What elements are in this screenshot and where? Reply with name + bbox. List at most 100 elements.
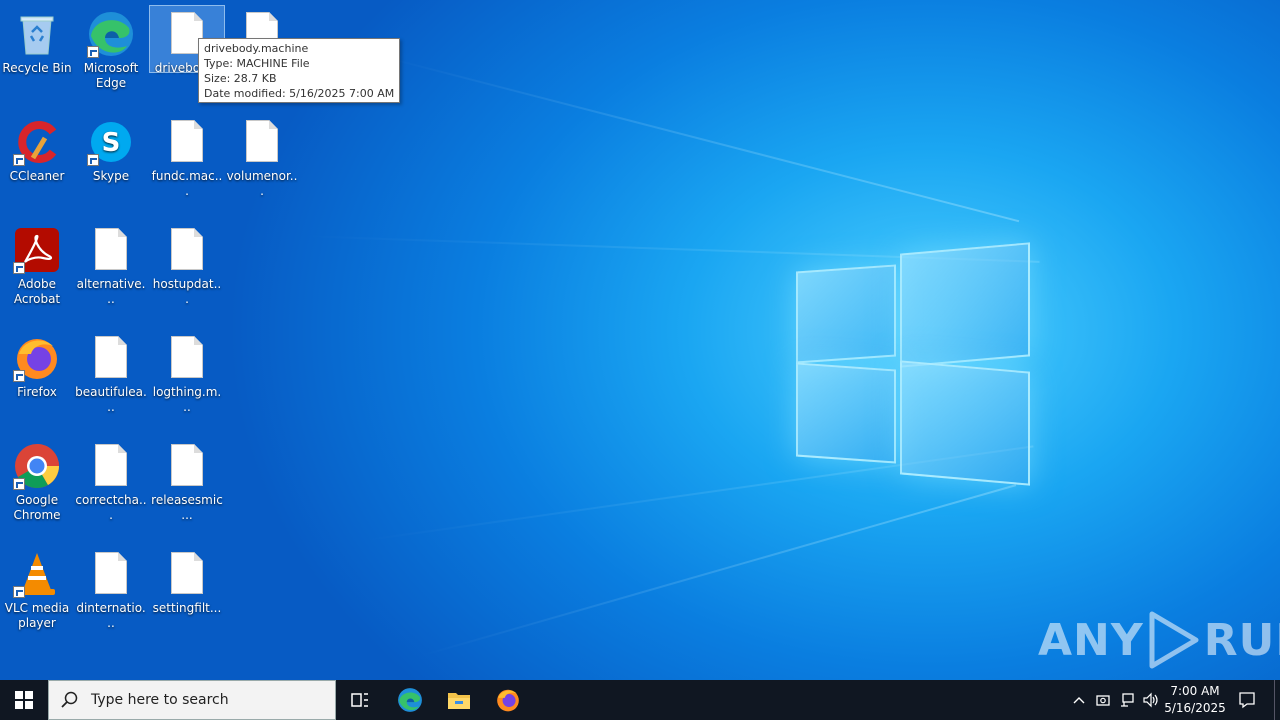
desktop-icon-label: releasesmic... <box>151 493 223 522</box>
file-icon <box>163 442 211 490</box>
edge-icon <box>87 10 135 58</box>
start-button[interactable] <box>0 680 48 720</box>
taskbar-file-explorer-button[interactable] <box>435 680 483 720</box>
search-placeholder: Type here to search <box>91 692 229 708</box>
desktop-icon-label: Skype <box>92 169 130 183</box>
shortcut-arrow-icon <box>13 154 25 166</box>
shortcut-arrow-icon <box>87 154 99 166</box>
desktop-icon-label: beautifulea... <box>75 385 147 414</box>
file-icon <box>87 334 135 382</box>
desktop-icon-label: VLC media player <box>4 601 70 630</box>
firefox-icon <box>497 689 519 712</box>
windows-logo-wallpaper <box>790 238 1040 488</box>
tray-network-button[interactable] <box>1116 680 1138 720</box>
file-icon <box>163 334 211 382</box>
taskbar-firefox-button[interactable] <box>484 680 532 720</box>
desktop-icon-file[interactable]: fundc.mac... <box>150 114 224 199</box>
chrome-icon <box>13 442 61 490</box>
clock-date: 5/16/2025 <box>1164 701 1226 715</box>
firefox-icon <box>13 334 61 382</box>
desktop-icon-file[interactable]: hostupdat... <box>150 222 224 307</box>
desktop-icon-file[interactable]: volumenor... <box>225 114 299 199</box>
notification-icon <box>1239 692 1255 709</box>
desktop-icon-vlc[interactable]: VLC media player <box>0 546 74 631</box>
desktop-icon-firefox[interactable]: Firefox <box>0 330 74 400</box>
taskbar-search-box[interactable]: Type here to search <box>48 680 336 720</box>
action-center-button[interactable] <box>1232 680 1262 720</box>
watermark-right-text: RUN <box>1203 614 1280 666</box>
desktop-icon-file[interactable]: logthing.m... <box>150 330 224 415</box>
file-icon <box>87 226 135 274</box>
file-icon <box>163 226 211 274</box>
play-icon <box>1149 611 1199 669</box>
taskbar-edge-button[interactable] <box>386 680 434 720</box>
desktop-icon-google-chrome[interactable]: Google Chrome <box>0 438 74 523</box>
task-view-button[interactable] <box>336 680 384 720</box>
file-icon <box>87 550 135 598</box>
shortcut-arrow-icon <box>87 46 99 58</box>
desktop-icon-label: fundc.mac... <box>151 169 223 198</box>
anyrun-watermark: ANY RUN <box>1038 610 1280 670</box>
desktop-icon-file[interactable]: correctcha... <box>74 438 148 523</box>
desktop-icon-file[interactable]: releasesmic... <box>150 438 224 523</box>
desktop-icon-label: Google Chrome <box>13 493 61 522</box>
desktop-icon-microsoft-edge[interactable]: Microsoft Edge <box>74 6 148 91</box>
network-icon <box>1121 693 1134 707</box>
desktop-icon-label: correctcha... <box>75 493 147 522</box>
desktop-icon-file[interactable]: settingfilt... <box>150 546 224 616</box>
desktop-icon-label: Recycle Bin <box>2 61 72 75</box>
task-view-icon <box>351 693 368 707</box>
acrobat-icon <box>13 226 61 274</box>
camera-icon <box>1096 695 1110 706</box>
taskbar-clock[interactable]: 7:00 AM 5/16/2025 <box>1160 683 1230 717</box>
desktop-icon-label: Microsoft Edge <box>83 61 139 90</box>
shortcut-arrow-icon <box>13 262 25 274</box>
tray-volume-button[interactable] <box>1140 680 1162 720</box>
show-hidden-icons-button[interactable] <box>1068 680 1090 720</box>
desktop-icon-ccleaner[interactable]: CCleaner <box>0 114 74 184</box>
desktop-icon-file[interactable]: beautifulea... <box>74 330 148 415</box>
desktop-icon-file[interactable]: alternative... <box>74 222 148 307</box>
desktop-icon-recycle-bin[interactable]: Recycle Bin <box>0 6 74 76</box>
desktop-icon-label: alternative... <box>76 277 146 306</box>
file-explorer-icon <box>448 693 470 709</box>
desktop-icon-label: Adobe Acrobat <box>13 277 61 306</box>
vlc-icon <box>13 550 61 598</box>
file-icon <box>87 442 135 490</box>
file-icon <box>163 118 211 166</box>
desktop-icon-adobe-acrobat[interactable]: Adobe Acrobat <box>0 222 74 307</box>
file-tooltip: drivebody.machine Type: MACHINE File Siz… <box>198 38 401 103</box>
windows-start-icon <box>15 691 33 709</box>
recycle-bin-icon <box>13 10 61 58</box>
svg-text:S: S <box>102 128 121 158</box>
desktop-icon-label: dinternatio... <box>76 601 146 630</box>
desktop-icon-label: Firefox <box>17 385 57 399</box>
skype-icon: S <box>87 118 135 166</box>
shortcut-arrow-icon <box>13 478 25 490</box>
search-icon <box>61 691 78 708</box>
tooltip-date-modified: Date modified: 5/16/2025 7:00 AM <box>204 87 395 100</box>
tooltip-type: Type: MACHINE File <box>204 57 310 70</box>
file-icon <box>238 118 286 166</box>
clock-time: 7:00 AM <box>1170 684 1220 698</box>
shortcut-arrow-icon <box>13 586 25 598</box>
watermark-left-text: ANY <box>1038 614 1144 666</box>
desktop-icon-label: volumenor... <box>226 169 298 198</box>
tooltip-size: Size: 28.7 KB <box>204 72 277 85</box>
desktop-icon-label: settingfilt... <box>152 601 222 615</box>
show-desktop-button[interactable] <box>1274 680 1280 720</box>
desktop-icon-label: logthing.m... <box>152 385 222 414</box>
chevron-up-icon <box>1073 697 1085 704</box>
tooltip-filename: drivebody.machine <box>204 42 309 55</box>
edge-icon <box>398 688 422 712</box>
taskbar: Type here to search 7:00 AM 5/16/2025 <box>0 680 1280 720</box>
ccleaner-icon <box>13 118 61 166</box>
desktop-icon-label: CCleaner <box>9 169 65 183</box>
file-icon <box>163 550 211 598</box>
desktop-icon-label: hostupdat... <box>152 277 222 306</box>
shortcut-arrow-icon <box>13 370 25 382</box>
desktop-icon-skype[interactable]: S Skype <box>74 114 148 184</box>
tray-meet-button[interactable] <box>1092 680 1114 720</box>
desktop-icon-file[interactable]: dinternatio... <box>74 546 148 631</box>
speaker-icon <box>1143 692 1158 708</box>
